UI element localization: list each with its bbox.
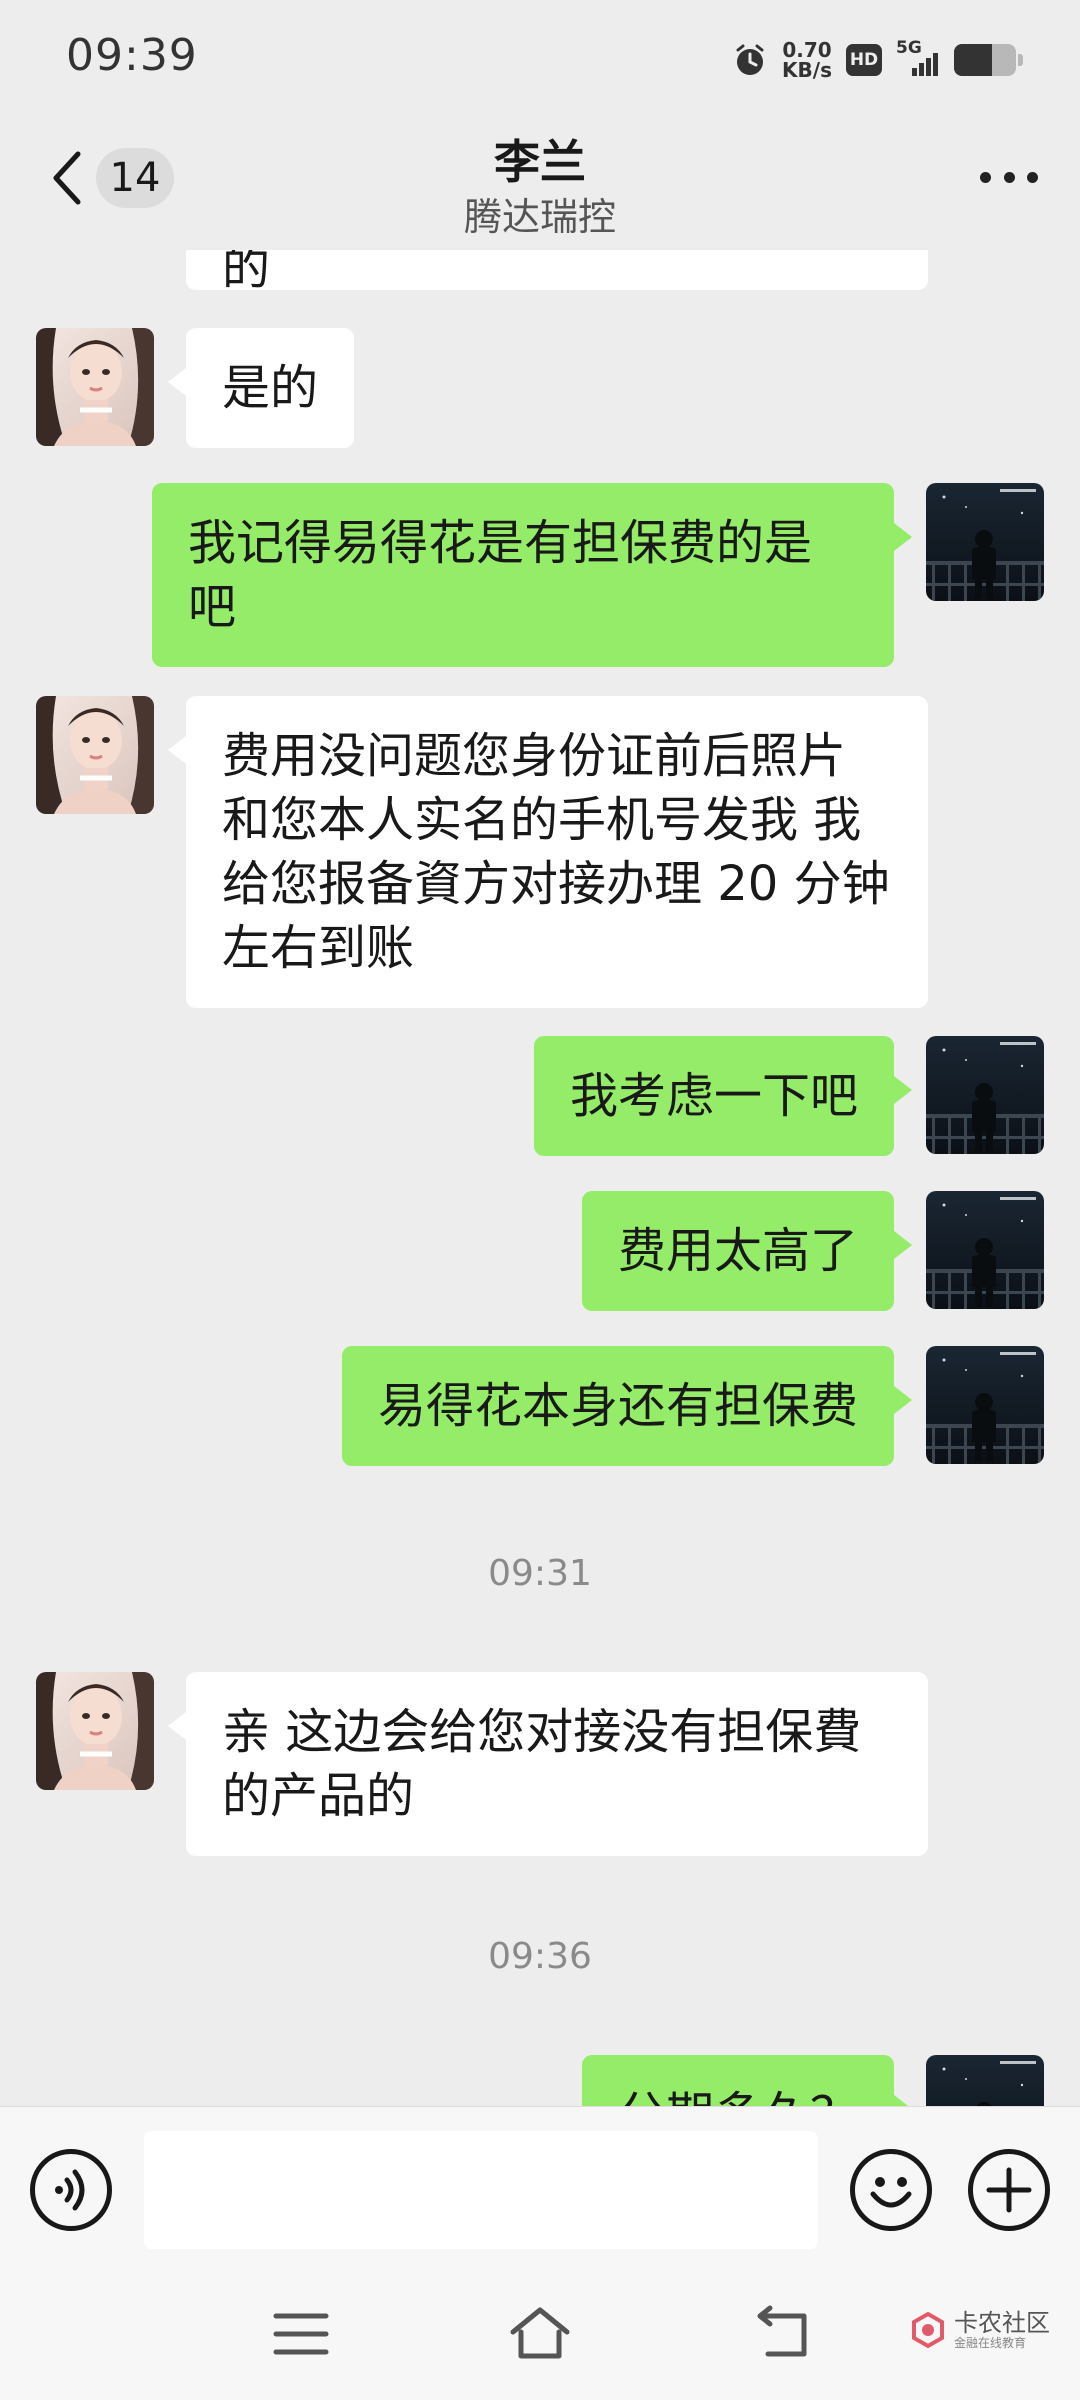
message-text: 费用太高了 (617, 1223, 858, 1279)
emoji-icon[interactable] (850, 2149, 932, 2231)
user-avatar[interactable] (926, 1191, 1044, 1309)
message-bubble[interactable]: 我考虑一下吧 (533, 1036, 913, 1156)
battery-icon (954, 44, 1023, 76)
message-bubble[interactable]: 分期多久？ (581, 2055, 913, 2106)
voice-icon[interactable] (30, 2149, 112, 2231)
watermark-title: 卡农社区 (954, 2309, 1050, 2337)
message-timestamp: 09:36 (488, 1936, 592, 1977)
message-text: 的 (222, 250, 271, 296)
system-nav-bar: 卡农社区 金融在线教育 (0, 2274, 1080, 2400)
plus-icon[interactable] (968, 2149, 1050, 2231)
user-avatar[interactable] (926, 1036, 1044, 1154)
chat-subtitle: 腾达瑞控 (463, 195, 616, 239)
contact-avatar[interactable] (36, 328, 154, 446)
message-text: 分期多久？ (618, 2087, 858, 2106)
status-time: 09:39 (66, 30, 198, 81)
message-input[interactable] (144, 2131, 818, 2249)
message-bubble[interactable]: 是的 (167, 328, 355, 448)
chat-header: 14 李兰 腾达瑞控 (0, 118, 1080, 250)
chat-title: 李兰 (494, 135, 586, 189)
message-text: 我考虑一下吧 (569, 1068, 858, 1124)
net-speed-unit: KB/s (782, 58, 832, 82)
message-timestamp: 09:31 (488, 1553, 592, 1594)
network-label: 5G (896, 38, 922, 58)
watermark: 卡农社区 金融在线教育 (908, 2310, 1050, 2350)
home-icon[interactable] (505, 2302, 575, 2366)
watermark-subtitle: 金融在线教育 (954, 2336, 1027, 2350)
status-bar: 09:39 0.70 KB/s HD 5G (0, 0, 1080, 118)
message-text: 是的 (222, 360, 319, 416)
signal-icon: 5G (896, 38, 940, 78)
message-text: 亲 这边会给您对接没有担保費的产品的 (222, 1704, 862, 1824)
message-text: 费用没问题您身份证前后照片和您本人实名的手机号发我 我给您报备資方对接办理 20… (222, 728, 890, 976)
message-bubble[interactable]: 易得花本身还有担保费 (341, 1346, 913, 1466)
message-bubble[interactable]: 的 (186, 250, 928, 296)
more-dots-icon[interactable] (980, 170, 1038, 184)
message-text: 我记得易得花是有担保费的是吧 (188, 515, 813, 635)
battery-fill (954, 44, 993, 76)
status-icons: 0.70 KB/s HD 5G (732, 38, 1023, 82)
contact-avatar[interactable] (36, 1672, 154, 1790)
message-bubble[interactable]: 亲 这边会给您对接没有担保費的产品的 (168, 1672, 928, 1856)
user-avatar[interactable] (926, 483, 1044, 601)
alarm-icon (736, 44, 764, 75)
contact-avatar[interactable] (36, 696, 154, 814)
input-bar (0, 2106, 1080, 2274)
message-bubble[interactable]: 我记得易得花是有担保费的是吧 (152, 483, 912, 667)
hd-icon: HD (846, 44, 882, 76)
back-icon[interactable] (748, 2302, 818, 2366)
net-speed-value: 0.70 (782, 38, 832, 62)
net-speed: 0.70 KB/s (782, 40, 832, 80)
message-bubble[interactable]: 费用太高了 (581, 1191, 913, 1311)
user-avatar[interactable] (926, 1346, 1044, 1464)
menu-icon[interactable] (266, 2302, 336, 2366)
watermark-logo-icon (912, 2311, 944, 2349)
message-list[interactable]: 的 是的 我记得易得花是有担保费的是吧 费用没问题您身份证前后照片和您本人实名的… (0, 250, 1080, 2106)
user-avatar[interactable] (926, 2055, 1044, 2106)
message-text: 易得花本身还有担保费 (377, 1378, 858, 1434)
message-bubble[interactable]: 费用没问题您身份证前后照片和您本人实名的手机号发我 我给您报备資方对接办理 20… (168, 696, 928, 1008)
